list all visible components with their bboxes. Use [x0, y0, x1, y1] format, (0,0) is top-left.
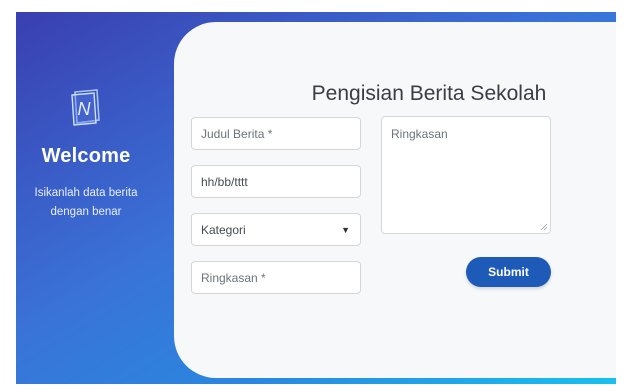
date-placeholder: hh/bb/tttt [201, 174, 248, 189]
ringkasan-textarea[interactable]: Ringkasan [381, 116, 551, 234]
resize-handle-icon[interactable] [540, 223, 547, 230]
judul-berita-placeholder: Judul Berita * [201, 126, 273, 141]
ringkasan-input[interactable]: Ringkasan * [191, 261, 361, 294]
welcome-subtitle: Isikanlah data berita dengan benar [34, 187, 138, 218]
chevron-down-icon: ▼ [341, 224, 350, 235]
svg-text:N: N [78, 99, 92, 119]
date-input[interactable]: hh/bb/tttt [191, 165, 361, 198]
judul-berita-input[interactable]: Judul Berita * [191, 117, 361, 150]
ringkasan-placeholder: Ringkasan * [201, 270, 266, 285]
kategori-selected-value: Kategori [201, 222, 246, 237]
notebook-n-icon: N [71, 89, 100, 126]
welcome-heading: Welcome [41, 145, 131, 167]
kategori-select[interactable]: Kategori ▼ [191, 213, 361, 246]
submit-button[interactable]: Submit [466, 257, 551, 287]
form-title: Pengisian Berita Sekolah [311, 82, 547, 105]
ringkasan-textarea-placeholder: Ringkasan [391, 127, 448, 141]
welcome-panel: N Welcome Isikanlah data berita dengan b… [16, 12, 171, 384]
